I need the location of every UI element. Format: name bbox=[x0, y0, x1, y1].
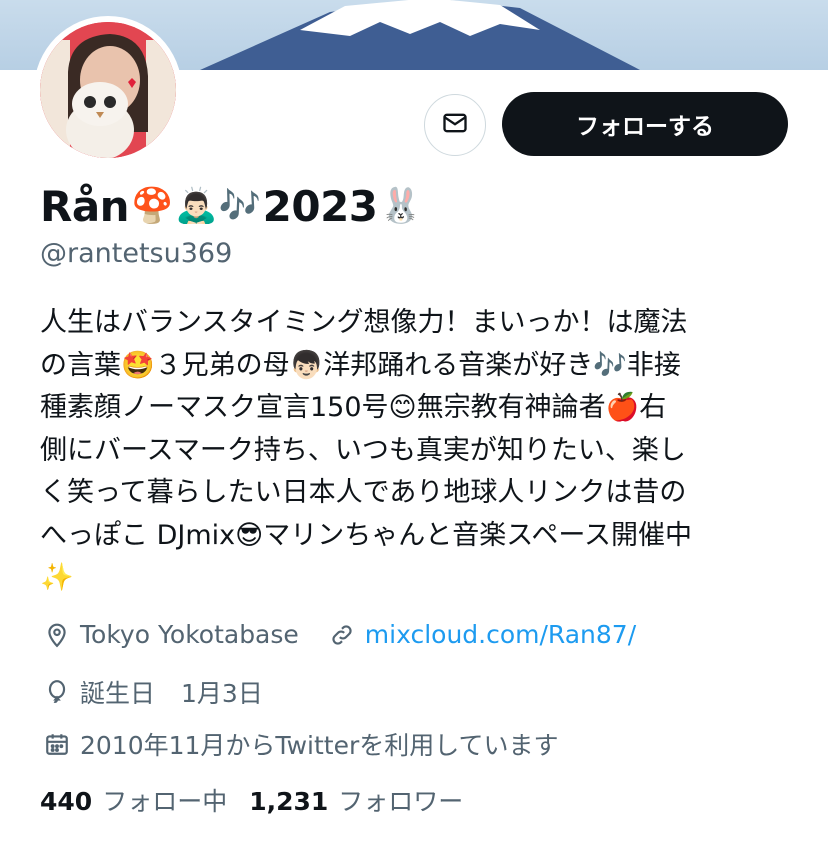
bio-line: 種素顔ノーマスク宣言150号😊無宗教有神論者🍎右 bbox=[40, 392, 667, 423]
bio-line: ✨ bbox=[40, 562, 74, 593]
following-label: フォロー中 bbox=[102, 787, 228, 816]
envelope-icon bbox=[441, 109, 469, 141]
website-link[interactable]: mixcloud.com/Ran87/ bbox=[365, 620, 636, 649]
followers-count: 1,231 bbox=[249, 787, 329, 816]
mushroom-emoji-icon: 🍄 bbox=[131, 186, 173, 226]
balloon-icon bbox=[44, 679, 70, 705]
birthday-value: 1月3日 bbox=[181, 679, 263, 708]
bio-line: へっぽこ DJmix😎マリンちゃんと音楽スペース開催中 bbox=[40, 519, 693, 551]
followers-label: フォロワー bbox=[338, 787, 464, 816]
bio-line: 人生はバランスタイミング想像力！まいっか！は魔法 bbox=[40, 307, 688, 338]
follow-counts: 440 フォロー中 1,231 フォロワー bbox=[40, 782, 463, 818]
bio-line: く笑って暮らしたい日本人であり地球人リンクは昔の bbox=[40, 477, 687, 508]
link-icon bbox=[329, 622, 355, 648]
calendar-icon bbox=[44, 731, 70, 757]
birthday-label: 誕生日 bbox=[80, 679, 156, 708]
follow-button[interactable]: フォローする bbox=[502, 92, 788, 156]
avatar-photo bbox=[40, 22, 176, 158]
music-notes-emoji-icon: 🎶 bbox=[218, 186, 261, 226]
bio-line: 側にバースマーク持ち、いつも真実が知りたい、楽し bbox=[40, 434, 686, 466]
followers-link[interactable]: 1,231 フォロワー bbox=[249, 782, 463, 818]
location-text: Tokyo Yokotabase bbox=[80, 620, 299, 649]
message-button[interactable] bbox=[424, 94, 486, 156]
user-handle: @rantetsu369 bbox=[40, 238, 233, 269]
following-link[interactable]: 440 フォロー中 bbox=[40, 782, 227, 818]
display-name-year: 2023 bbox=[262, 181, 378, 231]
profile-meta-location-link: Tokyo Yokotabase mixcloud.com/Ran87/ bbox=[44, 620, 636, 649]
bio-line: の言葉🤩３兄弟の母👦🏻洋邦踊れる音楽が好き🎶非接 bbox=[40, 349, 681, 381]
rabbit-emoji-icon: 🐰 bbox=[379, 186, 422, 226]
profile-bio: 人生はバランスタイミング想像力！まいっか！は魔法 の言葉🤩３兄弟の母👦🏻洋邦踊れ… bbox=[40, 302, 800, 600]
joined-date-text: 2010年11月からTwitterを利用しています bbox=[80, 731, 559, 760]
display-name-text: Rån bbox=[40, 181, 130, 231]
map-pin-icon bbox=[44, 622, 70, 648]
profile-avatar[interactable] bbox=[34, 16, 182, 164]
following-count: 440 bbox=[40, 787, 93, 816]
bowing-person-emoji-icon: 🙇🏻‍♂️ bbox=[174, 186, 217, 226]
display-name: Rån 🍄 🙇🏻‍♂️ 🎶 2023 🐰 bbox=[40, 178, 422, 234]
profile-meta-joined: 2010年11月からTwitterを利用しています bbox=[44, 726, 558, 762]
profile-meta-birthday: 誕生日 1月3日 bbox=[44, 674, 263, 710]
